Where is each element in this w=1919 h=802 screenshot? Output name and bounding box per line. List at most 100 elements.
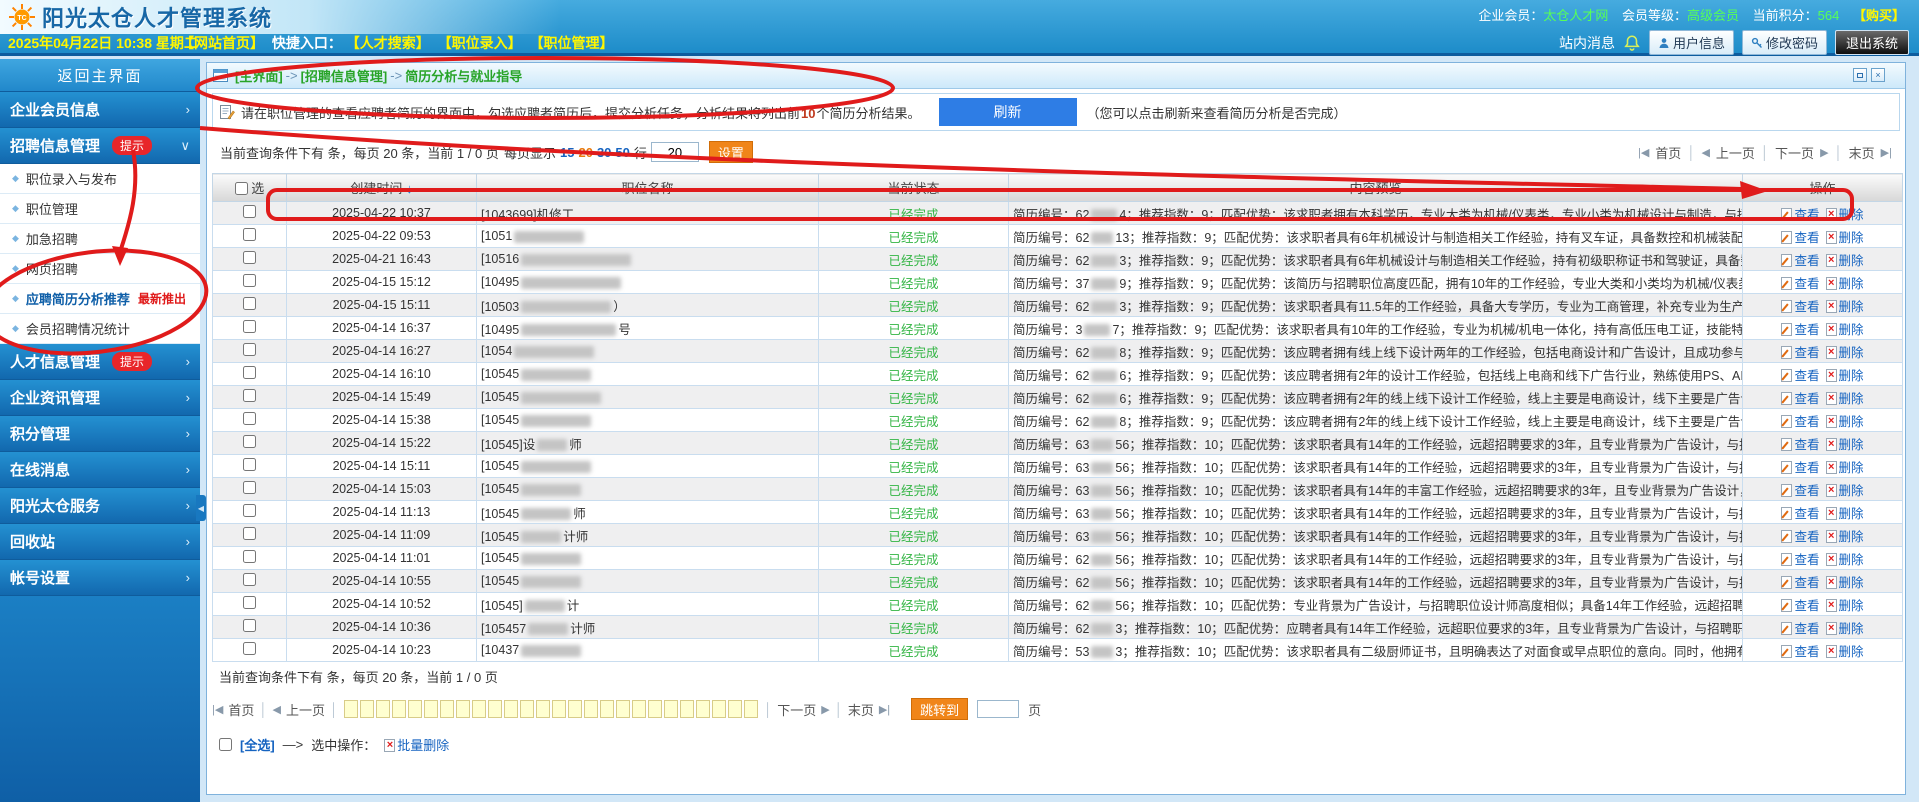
page-number-box[interactable] (744, 700, 759, 718)
sidebar-item-4[interactable]: ◆ 加急招聘 (0, 224, 200, 254)
sidebar-group-12[interactable]: 阳光太仓服务 › (0, 488, 200, 524)
perpage-option-15[interactable]: 15 (560, 145, 574, 160)
perpage-option-30[interactable]: 30 (597, 145, 611, 160)
sidebar-group-14[interactable]: 帐号设置 › (0, 560, 200, 596)
row-checkbox[interactable] (243, 504, 256, 517)
view-link[interactable]: 查看 (1781, 506, 1820, 521)
delete-link[interactable]: 删除 (1825, 437, 1864, 452)
sidebar-item-2[interactable]: ◆ 职位录入与发布 (0, 164, 200, 194)
perpage-input[interactable] (650, 142, 699, 162)
row-checkbox[interactable] (243, 458, 256, 471)
view-link[interactable]: 查看 (1781, 575, 1820, 590)
row-checkbox[interactable] (243, 573, 256, 586)
row-checkbox[interactable] (243, 481, 256, 494)
sidebar-group-9[interactable]: 企业资讯管理 › (0, 380, 200, 416)
close-button[interactable]: × (1871, 68, 1885, 82)
delete-link[interactable]: 删除 (1825, 391, 1864, 406)
page-number-box[interactable] (680, 700, 695, 718)
view-link[interactable]: 查看 (1781, 414, 1820, 429)
view-link[interactable]: 查看 (1781, 322, 1820, 337)
page-number-box[interactable] (440, 700, 455, 718)
row-checkbox[interactable] (243, 642, 256, 655)
perpage-option-20[interactable]: 20 (578, 145, 592, 160)
row-checkbox[interactable] (243, 596, 256, 609)
view-link[interactable]: 查看 (1781, 552, 1820, 567)
row-checkbox[interactable] (243, 205, 256, 218)
sidebar-group-10[interactable]: 积分管理 › (0, 416, 200, 452)
last-page-button[interactable]: 末页 (848, 700, 874, 719)
row-checkbox[interactable] (243, 228, 256, 241)
prev-page-button[interactable]: 上一页 (1716, 143, 1755, 162)
view-link[interactable]: 查看 (1781, 529, 1820, 544)
delete-link[interactable]: 删除 (1825, 644, 1864, 659)
sidebar-item-5[interactable]: ◆ 网页招聘 (0, 254, 200, 284)
select-all-bottom-checkbox[interactable] (219, 738, 232, 751)
page-number-box[interactable] (456, 700, 471, 718)
view-link[interactable]: 查看 (1781, 483, 1820, 498)
view-link[interactable]: 查看 (1781, 276, 1820, 291)
row-checkbox[interactable] (243, 389, 256, 402)
view-link[interactable]: 查看 (1781, 230, 1820, 245)
view-link[interactable]: 查看 (1781, 644, 1820, 659)
row-checkbox[interactable] (243, 297, 256, 310)
view-link[interactable]: 查看 (1781, 621, 1820, 636)
last-page-button[interactable]: 末页 (1849, 143, 1875, 162)
row-checkbox[interactable] (243, 251, 256, 264)
jump-page-input[interactable] (977, 700, 1020, 718)
sidebar-group-13[interactable]: 回收站 › (0, 524, 200, 560)
page-number-box[interactable] (504, 700, 519, 718)
perpage-set-button[interactable]: 设置 (708, 141, 753, 163)
buy-points-link[interactable]: 【购买】 (1853, 8, 1905, 23)
delete-link[interactable]: 删除 (1825, 253, 1864, 268)
page-number-box[interactable] (728, 700, 743, 718)
delete-link[interactable]: 删除 (1825, 414, 1864, 429)
sidebar-group-1[interactable]: 招聘信息管理 提示 ∨ (0, 128, 200, 164)
delete-link[interactable]: 删除 (1825, 598, 1864, 613)
delete-link[interactable]: 删除 (1825, 345, 1864, 360)
delete-link[interactable]: 删除 (1825, 552, 1864, 567)
view-link[interactable]: 查看 (1781, 391, 1820, 406)
page-number-box[interactable] (520, 700, 535, 718)
first-page-button[interactable]: 首页 (1655, 143, 1681, 162)
select-all-link[interactable]: [全选] (240, 735, 275, 754)
page-number-box[interactable] (712, 700, 727, 718)
delete-link[interactable]: 删除 (1825, 322, 1864, 337)
delete-link[interactable]: 删除 (1825, 368, 1864, 383)
logout-button[interactable]: 退出系统 (1834, 30, 1909, 55)
breadcrumb-recruit-manage[interactable]: [招聘信息管理] (301, 66, 388, 85)
page-number-box[interactable] (424, 700, 439, 718)
refresh-button[interactable]: 刷新 (938, 98, 1077, 126)
page-number-box[interactable] (344, 700, 359, 718)
delete-link[interactable]: 删除 (1825, 575, 1864, 590)
nav-job-entry[interactable]: 【职位录入】 (438, 35, 522, 51)
view-link[interactable]: 查看 (1781, 437, 1820, 452)
view-link[interactable]: 查看 (1781, 598, 1820, 613)
view-link[interactable]: 查看 (1781, 299, 1820, 314)
sidebar-collapse-handle[interactable]: ◀ (196, 495, 206, 521)
row-checkbox[interactable] (243, 412, 256, 425)
row-checkbox[interactable] (243, 320, 256, 333)
user-info-button[interactable]: 用户信息 (1648, 30, 1734, 55)
sidebar-item-6[interactable]: ◆ 应聘简历分析推荐 最新推出 (0, 284, 200, 314)
delete-link[interactable]: 删除 (1825, 207, 1864, 222)
nav-site-home[interactable]: 【网站首页】 (180, 35, 264, 51)
nav-talent-search[interactable]: 【人才搜索】 (346, 35, 430, 51)
perpage-option-50[interactable]: 50 (615, 145, 629, 160)
back-to-main-button[interactable]: 返回主界面 (0, 59, 200, 92)
row-checkbox[interactable] (243, 366, 256, 379)
select-all-checkbox[interactable] (234, 182, 248, 195)
delete-link[interactable]: 删除 (1825, 529, 1864, 544)
nav-job-manage[interactable]: 【职位管理】 (530, 35, 614, 51)
page-number-box[interactable] (616, 700, 631, 718)
page-number-box[interactable] (648, 700, 663, 718)
page-number-box[interactable] (376, 700, 391, 718)
row-checkbox[interactable] (243, 343, 256, 356)
view-link[interactable]: 查看 (1781, 253, 1820, 268)
row-checkbox[interactable] (243, 527, 256, 540)
sidebar-item-7[interactable]: ◆ 会员招聘情况统计 (0, 314, 200, 344)
view-link[interactable]: 查看 (1781, 460, 1820, 475)
page-number-box[interactable] (392, 700, 407, 718)
delete-link[interactable]: 删除 (1825, 299, 1864, 314)
jump-to-button[interactable]: 跳转到 (911, 698, 969, 720)
view-link[interactable]: 查看 (1781, 368, 1820, 383)
